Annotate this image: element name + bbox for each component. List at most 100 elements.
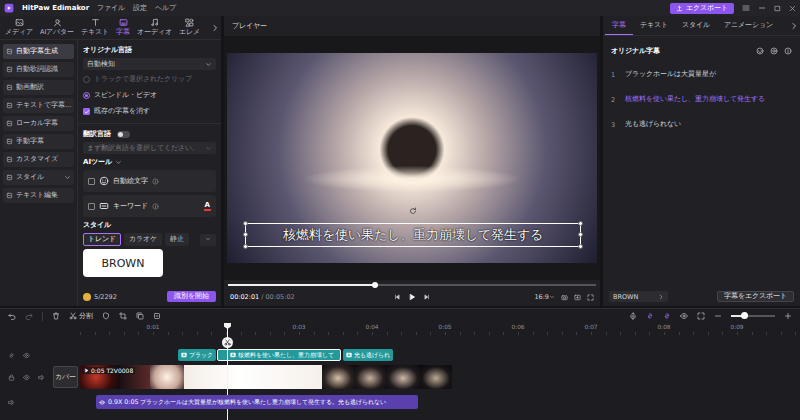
zoom-slider[interactable] bbox=[731, 315, 775, 317]
keyword-color-icon[interactable]: A bbox=[204, 202, 211, 211]
export-button[interactable]: エクスポート bbox=[670, 3, 734, 14]
option-label[interactable]: 既存の字幕を消す bbox=[94, 107, 150, 116]
minimize-icon[interactable] bbox=[758, 4, 766, 12]
tool-tab[interactable]: 字幕 bbox=[113, 16, 133, 39]
tool-tab-label[interactable]: 字幕 bbox=[116, 28, 130, 37]
fullscreen-icon[interactable] bbox=[587, 294, 594, 301]
checkbox[interactable] bbox=[88, 203, 95, 210]
snapshot-icon[interactable] bbox=[561, 294, 568, 301]
previous-icon[interactable] bbox=[394, 294, 400, 300]
resize-handle[interactable] bbox=[578, 244, 583, 249]
sidebar-item[interactable]: 手動字幕 bbox=[3, 134, 74, 149]
resize-handle[interactable] bbox=[243, 244, 248, 249]
sidebar-item[interactable]: 動画翻訳 bbox=[3, 80, 74, 95]
subtitle-text[interactable]: 核燃料を使い果たし、重力崩壊して発生する bbox=[625, 95, 765, 104]
subtitle-clip-label[interactable]: 光も逃げられ bbox=[354, 351, 390, 360]
sidebar-item[interactable]: 自動字幕生成 bbox=[3, 44, 74, 59]
video-clip[interactable]: 0:05 T2V0008 bbox=[80, 365, 452, 389]
export-label[interactable]: エクスポート bbox=[686, 4, 728, 13]
progress-knob[interactable] bbox=[372, 282, 378, 288]
sidebar-item[interactable]: カスタマイズ bbox=[3, 152, 74, 167]
subtitle-clip[interactable]: 核燃料を使い果たし、重力崩壊して bbox=[217, 349, 341, 361]
mask-icon[interactable] bbox=[102, 312, 110, 320]
snap-icon[interactable] bbox=[646, 312, 654, 320]
subtitle-overlay[interactable]: 核燃料を使い果たし、重力崩壊して発生する bbox=[245, 223, 581, 247]
time-ruler[interactable]: 0:010:030:040:050:060:070:080:09 bbox=[80, 323, 800, 335]
visibility-icon[interactable] bbox=[23, 352, 30, 359]
tool-tab-label[interactable]: メディア bbox=[5, 28, 33, 37]
cover-button[interactable]: カバー bbox=[53, 366, 78, 388]
option-label[interactable]: スピンドル・ビデオ bbox=[94, 91, 157, 100]
tool-tab-label[interactable]: オーディオ bbox=[137, 28, 172, 37]
sidebar-item[interactable]: ローカル字幕 bbox=[3, 116, 74, 131]
fit-icon[interactable] bbox=[697, 312, 705, 320]
export-subtitles-button[interactable]: 字幕をエクスポート bbox=[717, 291, 794, 302]
checkbox[interactable] bbox=[88, 178, 95, 185]
aspect-label[interactable]: 16:9 bbox=[534, 293, 549, 301]
sidebar-label[interactable]: スタイル bbox=[16, 173, 44, 182]
visibility-icon[interactable] bbox=[23, 374, 30, 381]
ai-tool-card[interactable]: 自動絵文字 bbox=[83, 170, 216, 192]
translation-dropdown[interactable]: まず翻訳言語を選択してください。 bbox=[83, 142, 216, 154]
settings-icon[interactable] bbox=[770, 47, 778, 55]
progress-bar[interactable] bbox=[224, 280, 600, 290]
maximize-icon[interactable] bbox=[774, 5, 781, 12]
zoom-knob[interactable] bbox=[741, 312, 748, 319]
subtitle-clip-label[interactable]: ブラック bbox=[189, 351, 213, 360]
sidebar-label[interactable]: 動画翻訳 bbox=[16, 83, 44, 92]
link-icon[interactable] bbox=[8, 352, 15, 359]
audio-clip[interactable]: 0.9X 0:05 ブラックホールは大質量星が核燃料を使い果たし重力崩壊して発生… bbox=[96, 395, 418, 409]
style-tab[interactable]: カラオケ bbox=[124, 233, 162, 246]
subtitle-text[interactable]: ブラックホールは大質量星が bbox=[625, 70, 716, 79]
playhead-split[interactable] bbox=[222, 337, 233, 348]
rotate-icon[interactable] bbox=[409, 207, 417, 215]
language-dropdown[interactable]: 自動検知 bbox=[83, 58, 216, 70]
resize-handle[interactable] bbox=[578, 232, 583, 237]
sidebar-label[interactable]: 自動歌詞認識 bbox=[16, 65, 58, 74]
ai-tool-card[interactable]: キーワードA bbox=[83, 195, 216, 217]
tool-tab-label[interactable]: エレメ bbox=[179, 28, 200, 37]
subtitle-row[interactable]: 1ブラックホールは大質量星が bbox=[603, 62, 800, 87]
tool-tab-label[interactable]: テキスト bbox=[81, 28, 109, 37]
checkbox[interactable] bbox=[83, 108, 90, 115]
subtitle-tab[interactable]: 字幕 bbox=[605, 16, 633, 35]
tool-tab[interactable]: AIアバター bbox=[37, 16, 77, 39]
radio[interactable] bbox=[83, 92, 90, 99]
subtitle-tab[interactable]: アニメーション bbox=[717, 16, 780, 35]
sidebar-item[interactable]: 自動歌詞認識 bbox=[3, 62, 74, 77]
menu-item[interactable]: ファイル bbox=[97, 4, 125, 13]
split-label[interactable]: 分割 bbox=[79, 312, 93, 321]
style-tab[interactable]: トレンド bbox=[83, 233, 121, 246]
translation-toggle[interactable] bbox=[117, 131, 130, 138]
subtitle-text[interactable]: 核燃料を使い果たし、重力崩壊して発生する bbox=[283, 226, 543, 244]
info-icon[interactable] bbox=[784, 47, 792, 55]
more-tabs-icon[interactable] bbox=[790, 22, 798, 30]
crop-icon[interactable] bbox=[119, 312, 127, 320]
menu-item[interactable]: 設定 bbox=[133, 4, 147, 13]
sidebar-item[interactable]: テキスト編集 bbox=[3, 188, 74, 203]
sidebar-label[interactable]: テキスト編集 bbox=[16, 191, 58, 200]
language-value[interactable]: 自動検知 bbox=[87, 60, 115, 69]
delete-icon[interactable] bbox=[52, 312, 60, 320]
redo-icon[interactable] bbox=[25, 312, 33, 320]
split-button[interactable]: 分割 bbox=[69, 312, 93, 321]
sidebar-label[interactable]: 自動字幕生成 bbox=[16, 47, 58, 56]
split-icon[interactable] bbox=[69, 312, 77, 320]
freeze-icon[interactable] bbox=[153, 312, 161, 320]
clear-existing-option[interactable]: 既存の字幕を消す bbox=[83, 105, 216, 118]
preview-icon[interactable] bbox=[680, 312, 688, 320]
subtitle-tab[interactable]: テキスト bbox=[633, 16, 675, 35]
subtitle-row[interactable]: 3光も逃げられない bbox=[603, 112, 800, 137]
sidebar-item[interactable]: テキストで字幕... bbox=[3, 98, 74, 113]
tool-tab[interactable]: エレメ bbox=[176, 16, 203, 39]
sidebar-label[interactable]: ローカル字幕 bbox=[16, 119, 58, 128]
subtitle-text[interactable]: 光も逃げられない bbox=[625, 120, 681, 129]
aspect-select[interactable]: 16:9 bbox=[534, 293, 555, 301]
ai-tools-header[interactable]: AIツール bbox=[83, 157, 216, 167]
translation-placeholder[interactable]: まず翻訳言語を選択してください。 bbox=[87, 144, 199, 153]
refresh-icon[interactable] bbox=[756, 47, 764, 55]
progress-track[interactable] bbox=[228, 284, 596, 286]
screen-icon[interactable] bbox=[574, 294, 581, 301]
tool-tab[interactable]: メディア bbox=[2, 16, 36, 39]
style-more-button[interactable] bbox=[200, 234, 216, 246]
